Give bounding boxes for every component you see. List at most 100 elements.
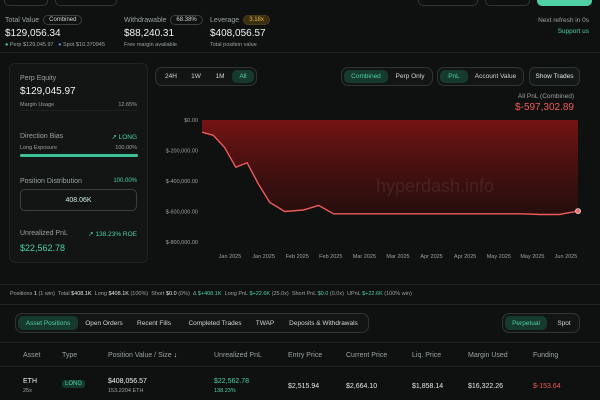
tab-pnl[interactable]: PnL bbox=[440, 70, 468, 83]
direction-bias: ↗ LONG bbox=[111, 133, 137, 141]
margin-usage-value: 12.65% bbox=[118, 102, 137, 108]
unrealized-roe-value: 138.23% ROE bbox=[95, 231, 137, 238]
long-exposure-fill bbox=[20, 154, 138, 157]
position-distribution-label: Position Distribution bbox=[20, 178, 82, 185]
tab-recent-fills[interactable]: Recent Fills bbox=[130, 316, 178, 330]
chart-divider bbox=[0, 284, 600, 285]
total-label: Total bbox=[57, 291, 70, 297]
header-asset[interactable]: Asset bbox=[23, 352, 41, 359]
tab-1w[interactable]: 1W bbox=[184, 70, 208, 83]
long-pnl-label: Long PnL bbox=[224, 291, 248, 297]
margin-usage-label: Margin Usage bbox=[20, 102, 55, 108]
y-tick-label: $-600,000.00 bbox=[166, 210, 198, 216]
header-unrealized-pnl[interactable]: Unrealized PnL bbox=[214, 352, 262, 359]
row-asset: ETH bbox=[23, 378, 37, 385]
account-summary-panel: Perp Equity $129,045.97 Margin Usage 12.… bbox=[9, 63, 148, 263]
y-tick-label: $-200,000.00 bbox=[166, 149, 198, 155]
trend-up-icon: ↗ bbox=[88, 231, 94, 238]
long-value: $408.1K bbox=[108, 291, 129, 297]
tab-twap[interactable]: TWAP bbox=[252, 316, 278, 330]
row-funding: $-153.64 bbox=[533, 383, 561, 390]
withdrawable-badge: 68.38% bbox=[170, 15, 203, 25]
x-tick-label: Apr 2025 bbox=[454, 254, 476, 260]
support-link[interactable]: Support us bbox=[558, 28, 589, 35]
tab-all[interactable]: All bbox=[232, 70, 254, 83]
long-pnl-sub: (25.0x) bbox=[271, 291, 289, 297]
upnl-sub: (100% win) bbox=[384, 291, 412, 297]
tab-open-orders[interactable]: Open Orders bbox=[80, 316, 128, 330]
tab-account-value[interactable]: Account Value bbox=[469, 70, 522, 83]
total-value-label: Total Value bbox=[5, 16, 40, 24]
leverage-label: Leverage bbox=[210, 16, 240, 24]
x-tick-label: Mar 2025 bbox=[353, 254, 376, 260]
x-tick-label: Jan 2025 bbox=[252, 254, 275, 260]
header-position-value-label: Position Value / Size bbox=[108, 352, 172, 359]
header-funding[interactable]: Funding bbox=[533, 352, 558, 359]
y-tick-label: $-400,000.00 bbox=[166, 179, 198, 185]
bottom-tabs: Asset Positions Open Orders Recent Fills… bbox=[15, 313, 369, 333]
row-position-size: 153.2204 ETH bbox=[108, 388, 144, 394]
long-exposure-bar bbox=[20, 154, 138, 157]
tab-combined[interactable]: Combined bbox=[344, 70, 388, 83]
row-type-badge: LONG bbox=[62, 380, 86, 388]
range-tabs: 24H 1W 1M All bbox=[155, 67, 257, 86]
leverage-badge: 3.18x bbox=[243, 15, 270, 25]
long-sub: (100%) bbox=[130, 291, 149, 297]
tab-perpetual[interactable]: Perpetual bbox=[505, 316, 547, 330]
top-button-3[interactable] bbox=[418, 0, 478, 6]
short-sub: (0%) bbox=[178, 291, 190, 297]
total-stat-value: $408.1K bbox=[71, 291, 92, 297]
top-button-1[interactable] bbox=[4, 0, 48, 6]
tab-completed-trades[interactable]: Completed Trades bbox=[180, 316, 250, 330]
sort-down-icon: ↓ bbox=[173, 352, 178, 359]
x-tick-label: Apr 2025 bbox=[420, 254, 442, 260]
withdrawable-block: Withdrawable 68.38% $88,240.31 Free marg… bbox=[124, 15, 204, 48]
x-tick-label: Feb 2025 bbox=[286, 254, 309, 260]
position-distribution-value: 100.00% bbox=[113, 178, 137, 184]
top-button-4[interactable] bbox=[485, 0, 530, 6]
row-margin-used: $16,322.26 bbox=[468, 383, 504, 390]
header-position-value[interactable]: Position Value / Size ↓ bbox=[108, 352, 177, 359]
total-value: $129,056.34 bbox=[5, 28, 61, 39]
upnl-value: $+22.6K bbox=[362, 291, 383, 297]
x-tick-label: May 2025 bbox=[487, 254, 511, 260]
total-value-block: Total Value Combined $129,056.34 ● Perp … bbox=[5, 15, 115, 48]
long-exposure-value: 100.00% bbox=[115, 145, 137, 151]
spot-label: Spot bbox=[63, 42, 75, 48]
header-entry-price[interactable]: Entry Price bbox=[288, 352, 322, 359]
direction-bias-value: LONG bbox=[118, 134, 137, 141]
row-entry-price: $2,515.94 bbox=[288, 383, 320, 390]
leverage-sub: Total position value bbox=[210, 42, 257, 48]
unrealized-pnl-label: Unrealized PnL bbox=[20, 230, 68, 237]
tab-deposits-withdrawals[interactable]: Deposits & Withdrawals bbox=[280, 316, 367, 330]
tab-asset-positions[interactable]: Asset Positions bbox=[18, 316, 78, 330]
header-liq-price[interactable]: Liq. Price bbox=[412, 352, 441, 359]
header-type[interactable]: Type bbox=[62, 352, 77, 359]
top-button-2[interactable] bbox=[55, 0, 117, 6]
position-distribution-box[interactable]: 408.06K bbox=[20, 189, 137, 211]
pnl-area bbox=[202, 120, 578, 215]
tab-1m[interactable]: 1M bbox=[209, 70, 231, 83]
show-trades-button[interactable]: Show Trades bbox=[529, 67, 580, 86]
mode-tabs: Combined Perp Only bbox=[341, 67, 433, 86]
delta-value: $+408.1K bbox=[197, 291, 222, 297]
positions-sub: (1 win) bbox=[38, 291, 55, 297]
delta-label: Δ bbox=[192, 291, 197, 297]
table-row[interactable]: ETH 25x LONG $408,056.57 153.2204 ETH $2… bbox=[0, 367, 600, 400]
combined-badge: Combined bbox=[43, 15, 83, 25]
header-margin-used[interactable]: Margin Used bbox=[468, 352, 508, 359]
tab-perp-only[interactable]: Perp Only bbox=[389, 70, 431, 83]
row-liq-price: $1,858.14 bbox=[412, 383, 444, 390]
row-pnl-pct: 138.23% bbox=[214, 388, 236, 394]
tab-spot[interactable]: Spot bbox=[549, 316, 579, 330]
long-pnl-value: $+22.6K bbox=[249, 291, 271, 297]
header-current-price[interactable]: Current Price bbox=[346, 352, 387, 359]
x-tick-label: Jun 2025 bbox=[555, 254, 578, 260]
unrealized-pnl-value: $22,562.78 bbox=[20, 243, 66, 253]
tab-24h[interactable]: 24H bbox=[159, 70, 183, 83]
upnl-label: UPnL bbox=[347, 291, 361, 297]
top-button-5[interactable] bbox=[537, 0, 592, 6]
withdrawable-label: Withdrawable bbox=[124, 16, 167, 24]
row-position-value: $408,056.57 bbox=[108, 378, 147, 385]
pnl-endpoint[interactable] bbox=[575, 208, 581, 214]
